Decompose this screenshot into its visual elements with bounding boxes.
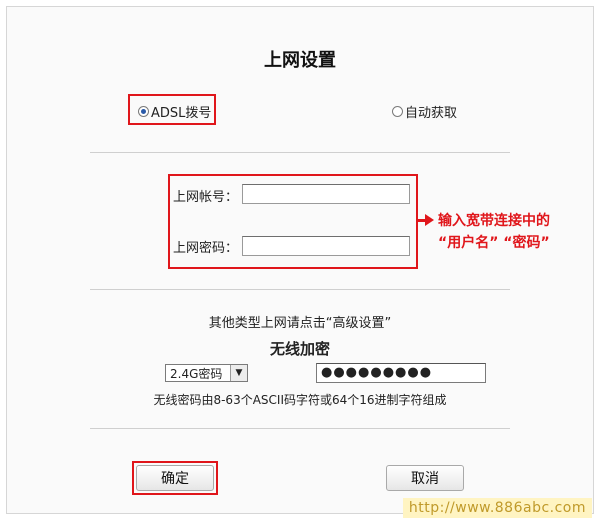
confirm-button[interactable]: 确定 [136, 465, 214, 491]
radio-auto[interactable] [392, 106, 403, 117]
wireless-section-title: 无线加密 [269, 340, 330, 358]
radio-option-auto[interactable]: 自动获取 [392, 102, 457, 121]
divider-2 [90, 289, 510, 290]
arrow-right-icon [425, 214, 434, 226]
divider-1 [90, 152, 510, 153]
band-select-value: 2.4G密码 [170, 366, 223, 381]
annotation-line-2: “用户名” “密码” [438, 235, 550, 251]
password-label: 上网密码： [173, 241, 239, 256]
radio-option-adsl[interactable]: ADSL拨号 [138, 102, 211, 121]
radio-adsl-label: ADSL拨号 [151, 106, 212, 121]
radio-auto-label: 自动获取 [405, 106, 458, 121]
radio-adsl[interactable] [138, 106, 149, 117]
annotation-line-1: 输入宽带连接中的 [438, 213, 550, 229]
chevron-down-icon[interactable]: ▼ [230, 365, 247, 381]
username-input[interactable] [242, 184, 410, 204]
advanced-settings-hint: 其他类型上网请点击“高级设置” [208, 316, 392, 331]
band-select[interactable]: 2.4G密码 ▼ [165, 364, 248, 382]
site-watermark: http://www.886abc.com [402, 498, 592, 518]
page-title: 上网设置 [264, 50, 336, 71]
username-label: 上网帐号： [173, 190, 239, 205]
password-input[interactable] [242, 236, 410, 256]
wireless-password-input[interactable]: ●●●●●●●●● [316, 363, 486, 383]
cancel-button[interactable]: 取消 [386, 465, 464, 491]
divider-3 [90, 428, 510, 429]
wireless-password-hint: 无线密码由8-63个ASCII码字符或64个16进制字符组成 [153, 393, 447, 407]
